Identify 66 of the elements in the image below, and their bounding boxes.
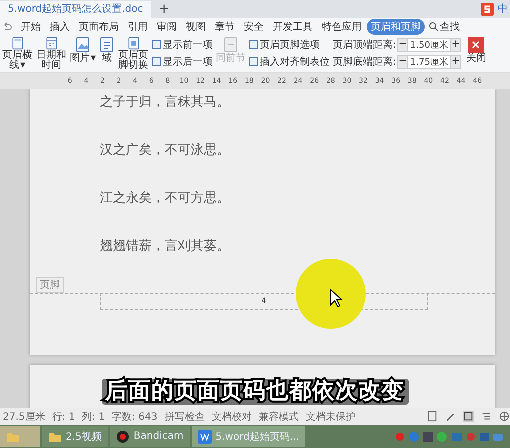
dropdown-caret[interactable]: ▾ bbox=[91, 52, 96, 64]
status-item: 文档校对 bbox=[212, 410, 252, 424]
ribbon-button[interactable]: 插入对齐制表位 bbox=[249, 54, 330, 70]
footer-label: 页脚 bbox=[36, 276, 64, 293]
ribbon-button[interactable]: 页眉横线▾ bbox=[2, 36, 33, 71]
document-icon bbox=[249, 57, 260, 68]
status-item: 行: 1 bbox=[52, 410, 76, 424]
system-tray-drawing[interactable] bbox=[394, 430, 504, 444]
layout-view-icon[interactable] bbox=[463, 411, 474, 422]
poem-line: 汉之广矣，不可泳思。 bbox=[100, 142, 231, 160]
menu-tab[interactable]: 开发工具 bbox=[269, 18, 317, 35]
subtitle: 后面的页面页码也都依次改变 bbox=[102, 378, 408, 405]
ribbon-button[interactable]: 域 bbox=[99, 36, 116, 71]
ribbon-button[interactable]: 显示前一项 bbox=[152, 38, 214, 53]
record-icon bbox=[116, 430, 130, 444]
page-view-icon[interactable] bbox=[427, 411, 438, 422]
document-tab[interactable]: 5.word起始页码怎么设置.doc bbox=[0, 0, 152, 18]
status-item: 兼容模式 bbox=[258, 410, 299, 424]
search-button[interactable]: 查找 bbox=[429, 20, 460, 34]
cursor-icon bbox=[330, 288, 344, 309]
ribbon-button[interactable]: 页眉页脚选项 bbox=[249, 38, 330, 53]
undo-icon[interactable] bbox=[2, 22, 12, 32]
poem-line: 翘翘错薪，言刈其蒌。 bbox=[100, 238, 231, 256]
pencil-icon[interactable] bbox=[445, 411, 456, 422]
increase-button[interactable]: + bbox=[450, 55, 462, 70]
poem-line: 之子于归，言秣其马。 bbox=[100, 94, 231, 112]
menu-tab[interactable]: 引用 bbox=[124, 18, 152, 35]
app-icon bbox=[198, 430, 212, 444]
search-icon bbox=[429, 22, 439, 32]
decrease-button[interactable]: − bbox=[397, 38, 408, 52]
ribbon-button[interactable]: 页眉页脚切换 bbox=[118, 36, 150, 71]
menu-tab[interactable]: 开始 bbox=[17, 18, 45, 35]
status-item: 文档未保护 bbox=[306, 410, 356, 424]
distance-label: 页脚底端距离: bbox=[333, 56, 396, 70]
ribbon-button[interactable]: 图片▾ bbox=[70, 36, 96, 71]
menu-tab[interactable]: 页面布局 bbox=[75, 18, 123, 35]
status-item: 列: 1 bbox=[82, 410, 106, 424]
status-item: 拼写检查 bbox=[164, 410, 205, 424]
document-icon bbox=[152, 57, 162, 68]
taskbar-item[interactable] bbox=[0, 426, 40, 448]
distance-label: 页眉顶端距离: bbox=[333, 38, 396, 52]
increase-button[interactable]: + bbox=[450, 38, 462, 52]
ribbon-button[interactable]: 日期和时间 bbox=[36, 36, 67, 71]
distance-field[interactable]: 1.50厘米 bbox=[408, 38, 450, 52]
menu-tab[interactable]: 安全 bbox=[240, 18, 268, 35]
distance-field[interactable]: 1.75厘米 bbox=[408, 55, 450, 70]
input-method-icon[interactable] bbox=[481, 2, 494, 16]
globe-icon[interactable] bbox=[499, 411, 510, 422]
status-item: 27.5厘米 bbox=[3, 410, 46, 424]
poem-line: 江之永矣，不可方思。 bbox=[100, 190, 231, 208]
menu-tab[interactable]: 章节 bbox=[211, 18, 239, 35]
status-item: 字数: 643 bbox=[112, 410, 158, 424]
dropdown-caret[interactable]: ▾ bbox=[20, 60, 26, 71]
document-icon bbox=[152, 40, 162, 50]
menu-tab[interactable]: 插入 bbox=[46, 18, 74, 35]
document-icon bbox=[249, 40, 260, 50]
close-button[interactable]: 关闭 bbox=[466, 36, 486, 71]
menu-tab[interactable]: 视图 bbox=[182, 18, 210, 35]
new-tab-button[interactable]: + bbox=[155, 0, 174, 18]
decrease-button[interactable]: − bbox=[397, 55, 408, 70]
outline-view-icon[interactable] bbox=[481, 411, 492, 422]
ribbon-button[interactable]: 显示后一项 bbox=[152, 54, 214, 70]
menu-tab[interactable]: 特色应用 bbox=[318, 18, 366, 35]
menu-tab[interactable]: 页眉和页脚 bbox=[367, 18, 425, 35]
input-mode-label: 中 bbox=[498, 2, 509, 16]
menu-tab[interactable]: 审阅 bbox=[153, 18, 181, 35]
